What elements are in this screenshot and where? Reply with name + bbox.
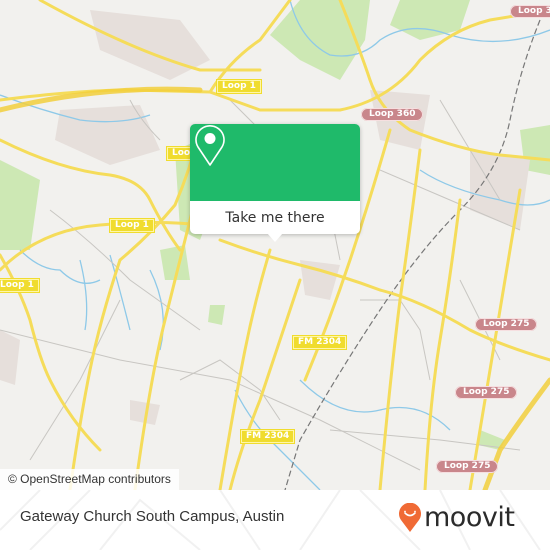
- road-label-loop275: Loop 275: [455, 386, 518, 399]
- road-label-loop275: Loop 275: [475, 318, 538, 331]
- road-label-loop1: Loop 1: [109, 218, 155, 233]
- map-tiles: [0, 0, 550, 490]
- map-view[interactable]: Loop 1 Loop Loop 1 Loop 1 Loop 360 Loop …: [0, 0, 550, 490]
- popup-pointer: [267, 233, 283, 242]
- map-attribution[interactable]: © OpenStreetMap contributors: [0, 469, 179, 490]
- moovit-pin-smile-icon: [399, 503, 421, 532]
- popup-header: [190, 124, 360, 201]
- location-popup: Take me there: [190, 124, 360, 242]
- map-pin-icon: [195, 125, 225, 166]
- road-label-fm2304: FM 2304: [292, 335, 348, 350]
- take-me-there-button[interactable]: Take me there: [190, 201, 360, 234]
- highways: [0, 0, 550, 490]
- place-name: Gateway Church South Campus, Austin: [20, 508, 285, 525]
- road-label-fm2304: FM 2304: [240, 429, 296, 444]
- footer-bar: Gateway Church South Campus, Austin moov…: [0, 490, 550, 550]
- moovit-logo[interactable]: moovit: [398, 502, 515, 533]
- road-label-loop360: Loop 360: [361, 108, 424, 121]
- road-label-loop1: Loop 1: [216, 79, 262, 94]
- road-label-loop360: Loop 3: [510, 5, 550, 18]
- brand-name: moovit: [424, 502, 515, 533]
- road-label-loop275: Loop 275: [436, 460, 499, 473]
- road-label-loop1: Loop 1: [0, 278, 40, 293]
- railway-line: [284, 19, 541, 490]
